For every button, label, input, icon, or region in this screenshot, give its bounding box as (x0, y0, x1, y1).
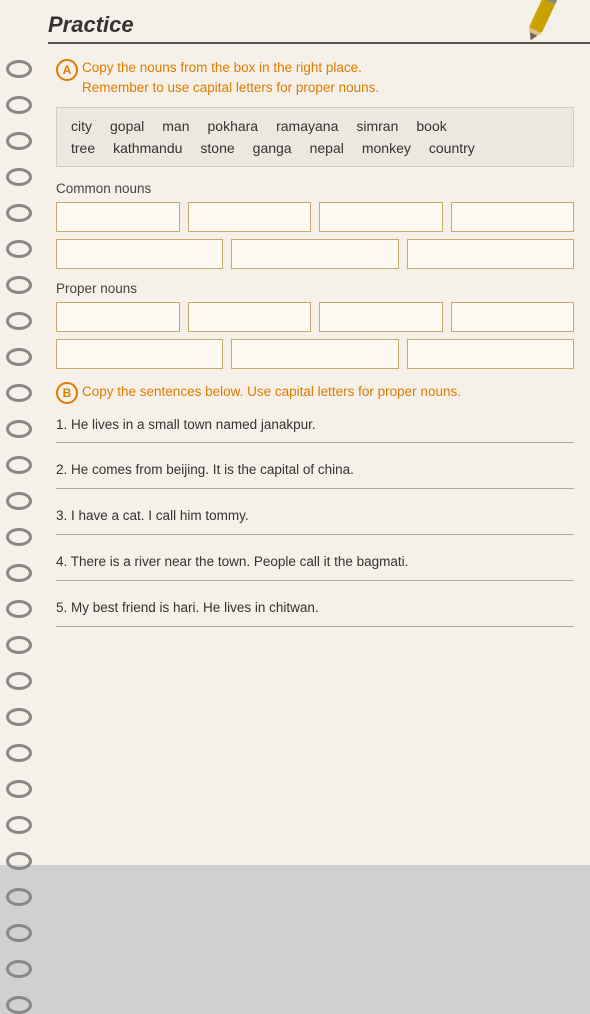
common-answer-box-5[interactable] (56, 239, 223, 269)
word-country: country (429, 140, 475, 156)
word-kathmandu: kathmandu (113, 140, 182, 156)
common-box-row-1 (56, 202, 574, 232)
sentences-list: 1. He lives in a small town named janakp… (56, 416, 574, 627)
spiral-ring (6, 276, 32, 294)
sentence-item-4: 4. There is a river near the town. Peopl… (56, 553, 574, 581)
sentence-text-5: 5. My best friend is hari. He lives in c… (56, 599, 574, 618)
spiral-ring (6, 132, 32, 150)
word-pokhara: pokhara (208, 118, 259, 134)
title-bar: Practice (48, 0, 590, 44)
spiral-ring (6, 456, 32, 474)
proper-answer-box-5[interactable] (56, 339, 223, 369)
word-monkey: monkey (362, 140, 411, 156)
spiral-ring (6, 168, 32, 186)
spiral-ring (6, 492, 32, 510)
section-b-header: B Copy the sentences below. Use capital … (56, 381, 574, 404)
word-nepal: nepal (310, 140, 344, 156)
spiral-ring (6, 96, 32, 114)
section-a-badge: A (56, 59, 78, 81)
spiral-ring (6, 780, 32, 798)
spiral-ring (6, 60, 32, 78)
proper-answer-box-7[interactable] (407, 339, 574, 369)
word-ganga: ganga (253, 140, 292, 156)
spiral-ring (6, 528, 32, 546)
spiral-ring (6, 636, 32, 654)
spiral-ring (6, 672, 32, 690)
main-content: A Copy the nouns from the box in the rig… (48, 44, 590, 659)
spiral-ring (6, 996, 32, 1014)
proper-answer-box-3[interactable] (319, 302, 443, 332)
common-answer-box-1[interactable] (56, 202, 180, 232)
word-gopal: gopal (110, 118, 144, 134)
spiral-ring (6, 204, 32, 222)
sentence-item-3: 3. I have a cat. I call him tommy. (56, 507, 574, 535)
spiral-ring (6, 348, 32, 366)
word-ramayana: ramayana (276, 118, 338, 134)
spiral-ring (6, 888, 32, 906)
page: Practice A Copy the nouns from the box i… (0, 0, 590, 865)
sentence-item-1: 1. He lives in a small town named janakp… (56, 416, 574, 444)
sentence-item-2: 2. He comes from beijing. It is the capi… (56, 461, 574, 489)
common-nouns-section: Common nouns (56, 181, 574, 269)
sentence-line-5 (56, 626, 574, 627)
common-nouns-label: Common nouns (56, 181, 574, 196)
spiral-ring (6, 312, 32, 330)
proper-answer-box-6[interactable] (231, 339, 398, 369)
proper-nouns-section: Proper nouns (56, 281, 574, 369)
spiral-ring (6, 816, 32, 834)
spiral-ring (6, 924, 32, 942)
page-title: Practice (48, 12, 134, 38)
common-answer-box-3[interactable] (319, 202, 443, 232)
spiral-ring (6, 384, 32, 402)
word-stone: stone (200, 140, 234, 156)
sentence-text-2: 2. He comes from beijing. It is the capi… (56, 461, 574, 480)
section-b-instruction: Copy the sentences below. Use capital le… (82, 382, 461, 402)
word-tree: tree (71, 140, 95, 156)
sentence-item-5: 5. My best friend is hari. He lives in c… (56, 599, 574, 627)
common-answer-box-2[interactable] (188, 202, 312, 232)
section-b-badge: B (56, 382, 78, 404)
spiral-ring (6, 852, 32, 870)
section-a-header: A Copy the nouns from the box in the rig… (56, 58, 574, 99)
spiral-ring (6, 564, 32, 582)
spiral-binding (0, 60, 40, 1014)
word-row-2: tree kathmandu stone ganga nepal monkey … (71, 140, 559, 156)
sentence-line-3 (56, 534, 574, 535)
common-box-row-2 (56, 239, 574, 269)
sentence-line-1 (56, 442, 574, 443)
word-row-1: city gopal man pokhara ramayana simran b… (71, 118, 559, 134)
spiral-ring (6, 960, 32, 978)
proper-box-row-1 (56, 302, 574, 332)
sentence-text-1: 1. He lives in a small town named janakp… (56, 416, 574, 435)
word-city: city (71, 118, 92, 134)
word-box: city gopal man pokhara ramayana simran b… (56, 107, 574, 167)
common-answer-box-4[interactable] (451, 202, 575, 232)
spiral-ring (6, 420, 32, 438)
spiral-ring (6, 600, 32, 618)
proper-nouns-label: Proper nouns (56, 281, 574, 296)
sentence-line-4 (56, 580, 574, 581)
proper-answer-box-2[interactable] (188, 302, 312, 332)
sentence-text-4: 4. There is a river near the town. Peopl… (56, 553, 574, 572)
spiral-ring (6, 744, 32, 762)
sentence-text-3: 3. I have a cat. I call him tommy. (56, 507, 574, 526)
word-book: book (416, 118, 446, 134)
proper-answer-box-1[interactable] (56, 302, 180, 332)
section-a-instruction: Copy the nouns from the box in the right… (82, 58, 379, 99)
word-simran: simran (356, 118, 398, 134)
common-answer-box-7[interactable] (407, 239, 574, 269)
sentence-line-2 (56, 488, 574, 489)
spiral-ring (6, 708, 32, 726)
proper-answer-box-4[interactable] (451, 302, 575, 332)
common-answer-box-6[interactable] (231, 239, 398, 269)
spiral-ring (6, 240, 32, 258)
word-man: man (162, 118, 189, 134)
proper-box-row-2 (56, 339, 574, 369)
